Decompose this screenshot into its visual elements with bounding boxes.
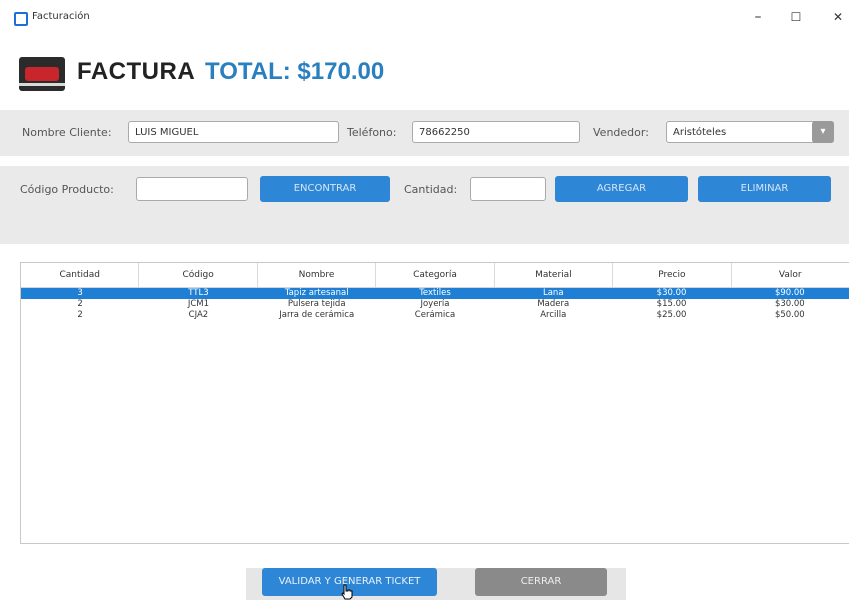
cell-material: Madera [537, 299, 570, 309]
column-header-code[interactable]: Código [139, 263, 258, 287]
table-header: Cantidad Código Nombre Categoría Materia… [21, 263, 849, 288]
cell-material: Lana [542, 288, 564, 298]
minimize-button[interactable]: – [746, 6, 770, 28]
seller-select[interactable]: Aristóteles [666, 121, 834, 143]
cell-price: $15.00 [656, 299, 687, 309]
cell-quantity: 2 [77, 299, 83, 309]
table-row[interactable]: 2 JCM1 Pulsera tejida Joyería Madera $15… [21, 299, 849, 310]
customer-name-input[interactable]: LUIS MIGUEL [128, 121, 339, 143]
cell-name: Pulsera tejida [287, 299, 346, 309]
hand-cursor-icon [341, 584, 353, 600]
window-title: Facturación [32, 11, 90, 22]
total-amount: TOTAL: $170.00 [205, 58, 385, 85]
chevron-down-icon[interactable]: ▾ [812, 121, 834, 143]
column-header-quantity[interactable]: Cantidad [21, 263, 140, 287]
cell-value: $90.00 [774, 288, 805, 298]
add-button[interactable]: AGREGAR [555, 176, 688, 202]
cell-quantity: 2 [77, 310, 83, 320]
close-button[interactable]: CERRAR [475, 568, 607, 596]
product-code-input[interactable] [136, 177, 248, 201]
cell-category: Joyería [420, 299, 450, 309]
delete-button[interactable]: ELIMINAR [698, 176, 831, 202]
product-code-label: Código Producto: [20, 183, 114, 196]
cell-category: Cerámica [414, 310, 456, 320]
phone-input[interactable]: 78662250 [412, 121, 580, 143]
cell-value: $50.00 [774, 310, 805, 320]
cell-price: $30.00 [656, 288, 687, 298]
cell-name: Jarra de cerámica [279, 310, 355, 320]
customer-name-label: Nombre Cliente: [22, 126, 112, 139]
seller-label: Vendedor: [593, 126, 649, 139]
column-header-price[interactable]: Precio [613, 263, 732, 287]
cell-value: $30.00 [774, 299, 805, 309]
app-icon [14, 12, 28, 26]
maximize-button[interactable]: ☐ [784, 6, 808, 28]
find-button[interactable]: ENCONTRAR [260, 176, 390, 202]
cell-code: TTL3 [188, 288, 209, 298]
cell-category: Textiles [419, 288, 451, 298]
cell-code: JCM1 [187, 299, 210, 309]
cell-code: CJA2 [188, 310, 209, 320]
cell-quantity: 3 [77, 288, 83, 298]
table-row[interactable]: 3 TTL3 Tapiz artesanal Textiles Lana $30… [21, 288, 849, 299]
column-header-material[interactable]: Material [495, 263, 614, 287]
cell-name: Tapiz artesanal [284, 288, 349, 298]
column-header-category[interactable]: Categoría [376, 263, 495, 287]
quantity-input[interactable] [470, 177, 546, 201]
products-table: Cantidad Código Nombre Categoría Materia… [20, 262, 849, 544]
close-window-button[interactable]: ✕ [826, 6, 849, 28]
cell-material: Arcilla [540, 310, 567, 320]
phone-label: Teléfono: [347, 126, 397, 139]
column-header-name[interactable]: Nombre [258, 263, 377, 287]
table-row[interactable]: 2 CJA2 Jarra de cerámica Cerámica Arcill… [21, 310, 849, 321]
cell-price: $25.00 [656, 310, 687, 320]
quantity-label: Cantidad: [404, 183, 458, 196]
title-bar: Facturación – ☐ ✕ [0, 0, 849, 34]
column-header-value[interactable]: Valor [732, 263, 849, 287]
store-logo [19, 57, 65, 91]
page-title: FACTURA [77, 58, 196, 85]
